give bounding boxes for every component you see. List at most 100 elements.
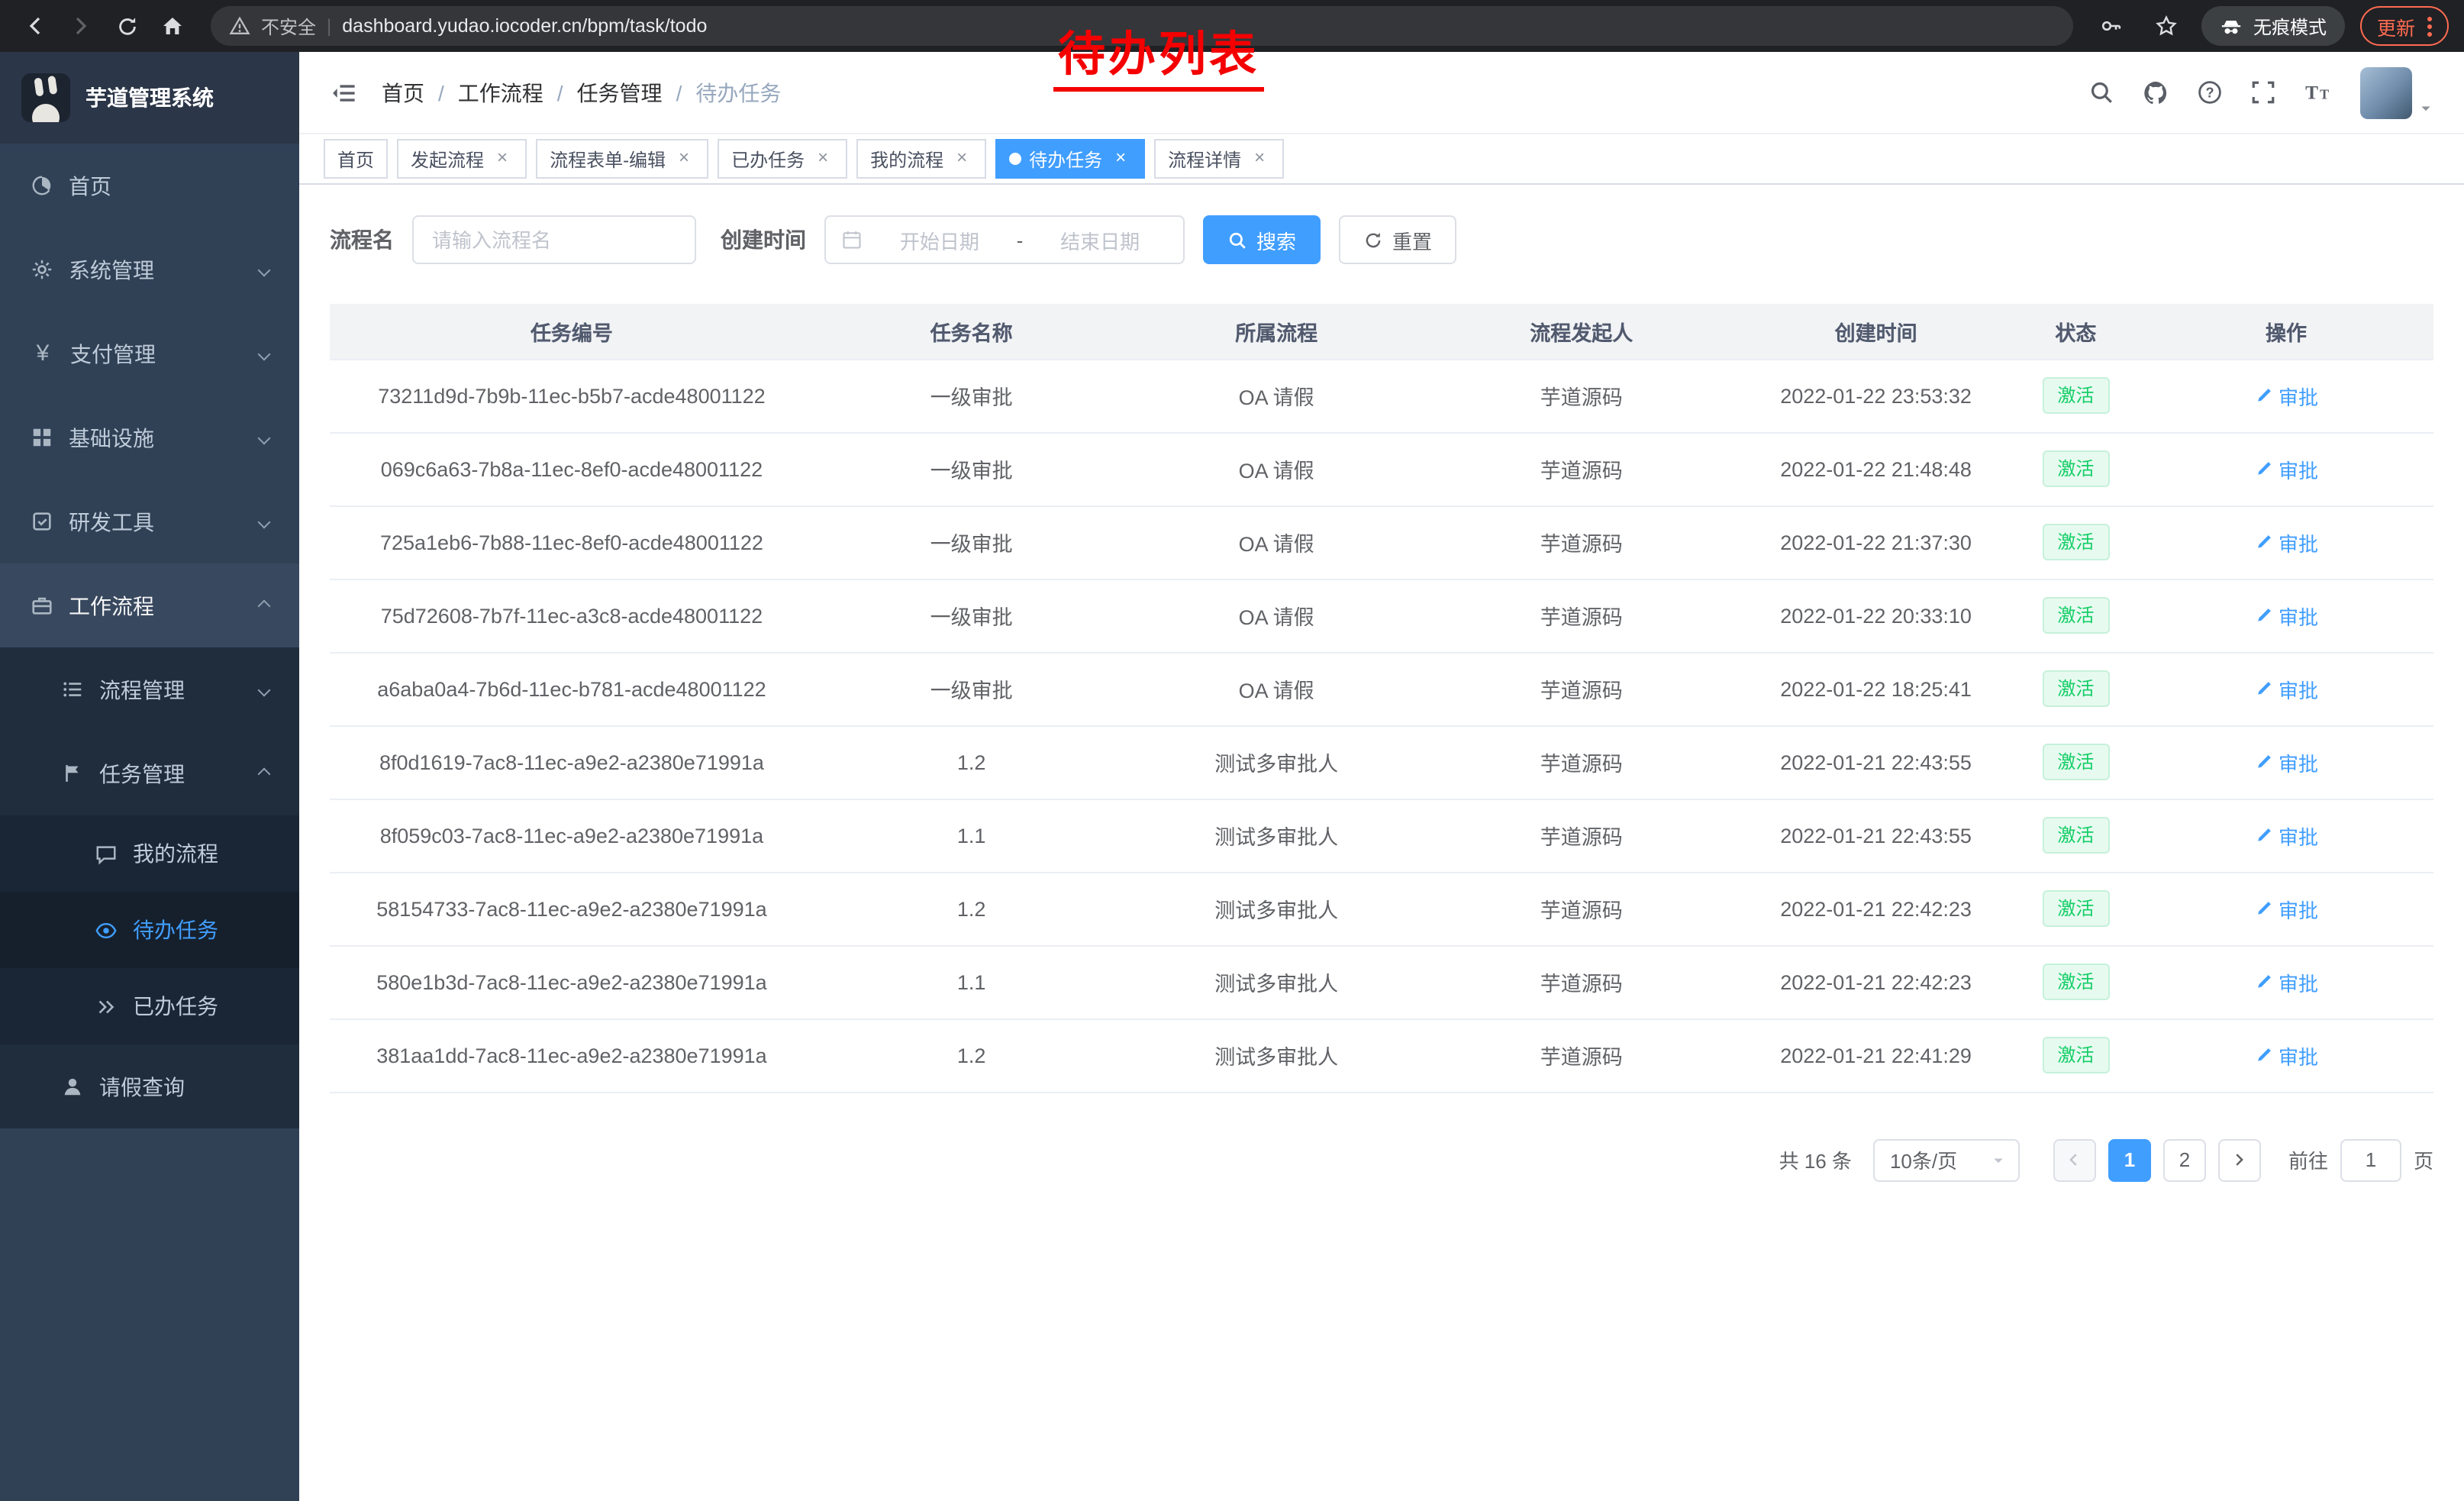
github-link-button[interactable] [2142,79,2169,106]
page-size-select[interactable]: 10条/页 [1873,1138,2020,1181]
close-icon[interactable]: × [492,148,513,169]
tab-home[interactable]: 首页 [324,139,388,179]
tab-done-task[interactable]: 已办任务× [718,139,847,179]
approve-link[interactable]: 审批 [2254,967,2318,996]
status-badge: 激活 [2042,597,2109,634]
breadcrumb-item[interactable]: 任务管理 [577,77,663,108]
page-size-value: 10条/页 [1890,1145,1982,1174]
approve-link[interactable]: 审批 [2254,1041,2318,1070]
password-key-button[interactable] [2091,6,2131,46]
header-search-button[interactable] [2088,79,2114,105]
sidebar-item-leave-query[interactable]: 请假查询 [0,1044,299,1128]
incognito-label: 无痕模式 [2253,13,2327,39]
app-frame: 芋道管理系统 首页 系统管理 ¥ 支付管理 基础设施 [0,52,2464,1501]
security-label[interactable]: 不安全 [261,13,316,39]
cell-task-name: 1.2 [814,872,1129,945]
approve-link[interactable]: 审批 [2254,674,2318,703]
sidebar-item-home[interactable]: 首页 [0,144,299,228]
help-button[interactable]: ? [2197,79,2223,105]
fullscreen-button[interactable] [2250,79,2276,105]
tab-my-process[interactable]: 我的流程× [856,139,986,179]
page-1-button[interactable]: 1 [2108,1138,2151,1181]
url-text[interactable]: dashboard.yudao.iocoder.cn/bpm/task/todo [342,15,707,37]
date-range-picker[interactable]: 开始日期 - 结束日期 [824,215,1185,264]
cell-created: 2022-01-21 22:42:23 [1739,872,2012,945]
cell-actions: 审批 [2139,1018,2433,1092]
browser-home-button[interactable] [153,6,192,46]
browser-menu-icon[interactable] [2427,16,2432,36]
status-badge: 激活 [2042,1037,2109,1073]
sidebar-item-system[interactable]: 系统管理 [0,228,299,311]
goto-page: 前往 页 [2288,1138,2433,1181]
table-row: 75d72608-7b7f-11ec-a3c8-acde48001122 一级审… [330,579,2433,652]
sidebar-item-process-mgmt[interactable]: 流程管理 [0,647,299,731]
cell-created: 2022-01-21 22:41:29 [1739,1018,2012,1092]
calendar-icon [841,229,863,250]
cell-process: OA 请假 [1129,579,1424,652]
gear-icon [31,258,53,281]
prev-page-button[interactable] [2053,1138,2096,1181]
start-date-placeholder[interactable]: 开始日期 [872,225,1008,254]
sidebar-item-task-mgmt[interactable]: 任务管理 [0,731,299,815]
approve-link[interactable]: 审批 [2254,821,2318,850]
tab-start-process[interactable]: 发起流程× [397,139,527,179]
browser-forward-button[interactable] [61,6,101,46]
tab-process-detail[interactable]: 流程详情× [1154,139,1284,179]
approve-link[interactable]: 审批 [2254,601,2318,630]
cell-task-name: 一级审批 [814,359,1129,432]
browser-back-button[interactable] [15,6,55,46]
cell-process: 测试多审批人 [1129,945,1424,1018]
cell-task-name: 1.2 [814,725,1129,799]
close-icon[interactable]: × [812,148,834,169]
breadcrumb-item[interactable]: 工作流程 [458,77,543,108]
sidebar-item-infra[interactable]: 基础设施 [0,395,299,479]
sidebar-item-devtools[interactable]: 研发工具 [0,479,299,563]
approve-link[interactable]: 审批 [2254,454,2318,483]
sidebar-item-done-task[interactable]: 已办任务 [0,968,299,1044]
reset-button[interactable]: 重置 [1339,215,1456,264]
page-2-button[interactable]: 2 [2163,1138,2206,1181]
breadcrumb-item[interactable]: 首页 [382,77,424,108]
browser-update-button[interactable]: 更新 [2360,6,2449,46]
avatar[interactable] [2360,66,2412,118]
goto-page-input[interactable] [2340,1138,2401,1181]
address-bar[interactable]: 不安全 | dashboard.yudao.iocoder.cn/bpm/tas… [211,6,2073,46]
col-process: 所属流程 [1129,304,1424,359]
next-page-button[interactable] [2218,1138,2261,1181]
sidebar-item-workflow[interactable]: 工作流程 [0,563,299,647]
sidebar-item-label: 支付管理 [70,338,156,369]
bookmark-star-button[interactable] [2146,6,2186,46]
todo-table: 任务编号 任务名称 所属流程 流程发起人 创建时间 状态 操作 73211 [330,304,2433,1093]
font-size-button[interactable]: TT [2304,79,2333,105]
end-date-placeholder[interactable]: 结束日期 [1032,225,1168,254]
fullscreen-icon [2250,79,2276,105]
approve-link[interactable]: 审批 [2254,528,2318,557]
process-name-input[interactable] [412,215,696,264]
cell-starter: 芋道源码 [1424,652,1739,725]
approve-link[interactable]: 审批 [2254,894,2318,923]
tab-todo-task[interactable]: 待办任务 × [995,139,1145,179]
range-separator: - [1017,228,1024,251]
close-icon[interactable]: × [1110,148,1131,169]
cell-status: 激活 [2013,505,2139,579]
cell-starter: 芋道源码 [1424,505,1739,579]
cell-actions: 审批 [2139,579,2433,652]
sidebar-toggle-button[interactable] [330,79,357,106]
tag-tabs-bar: 首页 发起流程× 流程表单-编辑× 已办任务× 我的流程× 待办任务 × 流程详情… [299,134,2464,185]
approve-link-label: 审批 [2279,967,2318,996]
browser-reload-button[interactable] [107,6,147,46]
sidebar-item-payment[interactable]: ¥ 支付管理 [0,311,299,395]
search-button[interactable]: 搜索 [1203,215,1321,264]
close-icon[interactable]: × [951,148,972,169]
sidebar-item-todo-task[interactable]: 待办任务 [0,892,299,968]
close-icon[interactable]: × [1249,148,1270,169]
close-icon[interactable]: × [673,148,695,169]
approve-link[interactable]: 审批 [2254,747,2318,776]
tab-form-edit[interactable]: 流程表单-编辑× [536,139,708,179]
update-label[interactable]: 更新 [2377,11,2415,40]
sidebar-item-my-process[interactable]: 我的流程 [0,815,299,892]
tab-label: 待办任务 [1029,146,1102,172]
approve-link[interactable]: 审批 [2254,381,2318,410]
key-icon [2099,14,2124,38]
user-menu[interactable] [2360,66,2433,118]
